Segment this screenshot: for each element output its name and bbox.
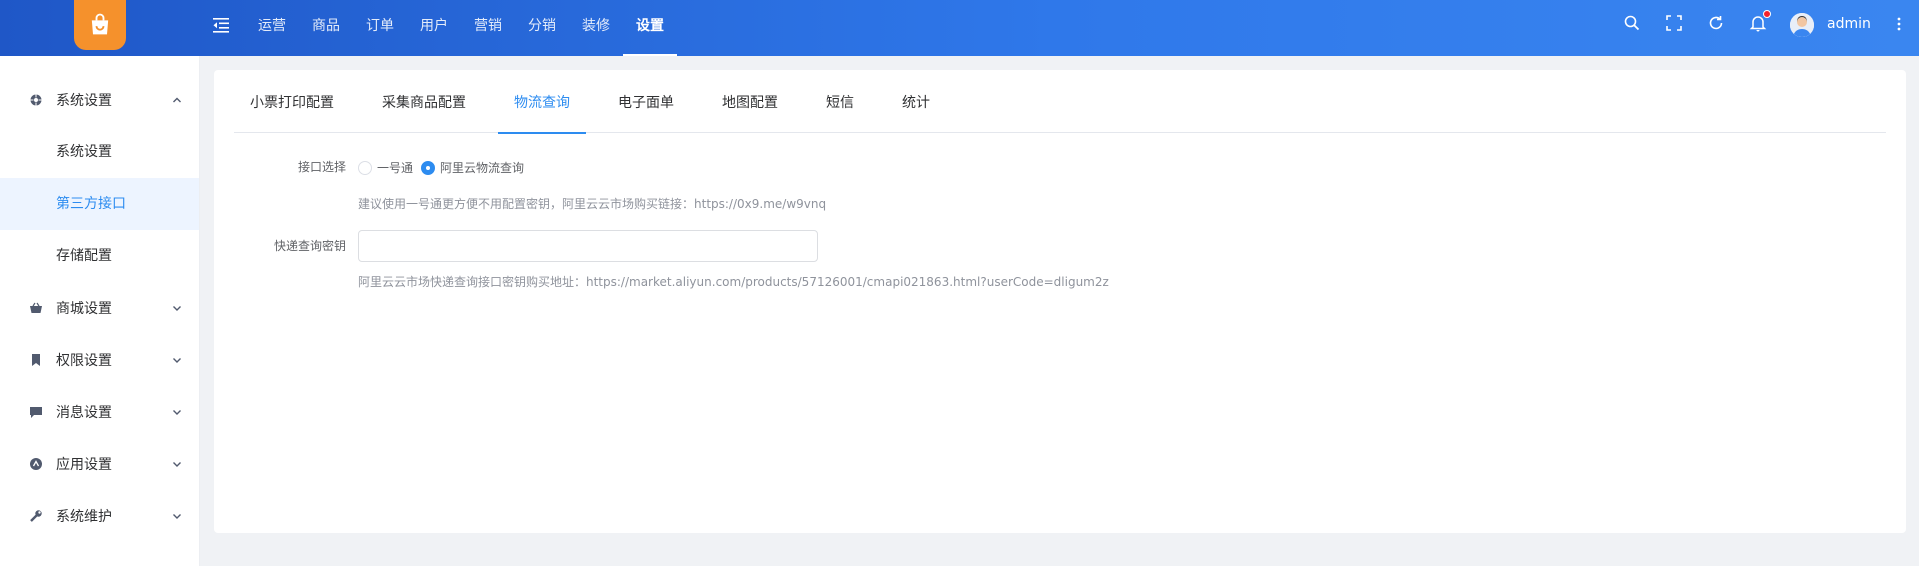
chevron-down-icon xyxy=(173,306,181,311)
fullscreen-icon[interactable] xyxy=(1665,14,1683,32)
refresh-icon[interactable] xyxy=(1707,14,1725,32)
sidebar-item-third-party-api[interactable]: 第三方接口 xyxy=(0,178,199,230)
message-icon xyxy=(30,407,42,418)
nav-item-settings[interactable]: 设置 xyxy=(623,0,677,56)
sidebar-group-label: 系统维护 xyxy=(56,509,112,525)
nav-item-marketing[interactable]: 营销 xyxy=(461,0,515,56)
sidebar-item-storage-config[interactable]: 存储配置 xyxy=(0,230,199,282)
nav-item-operation[interactable]: 运营 xyxy=(245,0,299,56)
sidebar-group-permission-settings[interactable]: 权限设置 xyxy=(0,334,199,386)
chevron-down-icon xyxy=(173,410,181,415)
tab-receipt-print[interactable]: 小票打印配置 xyxy=(234,70,350,133)
sidebar-group-message-settings[interactable]: 消息设置 xyxy=(0,386,199,438)
chevron-up-icon xyxy=(173,97,181,103)
user-avatar-icon xyxy=(1790,13,1814,37)
sidebar-item-system-settings[interactable]: 系统设置 xyxy=(0,126,199,178)
top-header: 运营 商品 订单 用户 营销 分销 装修 设置 admin xyxy=(0,0,1919,56)
notification-badge xyxy=(1763,10,1771,18)
sidebar-group-label: 权限设置 xyxy=(56,353,112,369)
interface-select-label: 接口选择 xyxy=(297,160,346,174)
sidebar: 系统设置 系统设置 第三方接口 存储配置 商城设置 权限设置 消息设置 应用设置… xyxy=(0,56,200,566)
radio-label: 阿里云物流查询 xyxy=(440,161,525,175)
sidebar-group-label: 系统设置 xyxy=(56,93,112,109)
chevron-down-icon xyxy=(173,462,181,467)
sidebar-group-label: 应用设置 xyxy=(56,457,112,473)
radio-aliyun-logistics[interactable]: 阿里云物流查询 xyxy=(421,159,524,176)
search-icon[interactable] xyxy=(1623,14,1641,32)
tab-electronic-waybill[interactable]: 电子面单 xyxy=(602,70,690,133)
radio-circle xyxy=(421,160,435,175)
sidebar-group-system-settings[interactable]: 系统设置 xyxy=(0,74,199,126)
radio-label: 一号通 xyxy=(377,161,414,175)
radio-circle xyxy=(358,160,372,175)
express-key-hint: 阿里云云市场快递查询接口密钥购买地址：https://market.aliyun… xyxy=(358,275,1109,289)
bookmark-icon xyxy=(32,354,40,366)
tab-map-config[interactable]: 地图配置 xyxy=(706,70,794,133)
top-nav: 运营 商品 订单 用户 营销 分销 装修 设置 xyxy=(245,0,677,56)
sidebar-group-shop-settings[interactable]: 商城设置 xyxy=(0,282,199,334)
nav-item-users[interactable]: 用户 xyxy=(407,0,461,56)
chevron-down-icon xyxy=(173,358,181,363)
nav-item-orders[interactable]: 订单 xyxy=(353,0,407,56)
sidebar-group-label: 商城设置 xyxy=(56,301,112,317)
app-icon xyxy=(30,458,42,470)
more-vertical-icon[interactable] xyxy=(1896,15,1902,33)
logo[interactable] xyxy=(74,0,126,50)
radio-yihaotong[interactable]: 一号通 xyxy=(358,159,413,176)
tab-sms[interactable]: 短信 xyxy=(810,70,870,133)
config-tabs: 小票打印配置 采集商品配置 物流查询 电子面单 地图配置 短信 统计 xyxy=(234,70,1886,134)
shop-icon xyxy=(30,302,42,313)
menu-fold-icon[interactable] xyxy=(212,16,230,34)
nav-item-decoration[interactable]: 装修 xyxy=(569,0,623,56)
shopping-bag-icon xyxy=(91,13,109,35)
settings-icon xyxy=(30,94,42,106)
notification-button[interactable] xyxy=(1749,10,1771,32)
tab-collect-goods[interactable]: 采集商品配置 xyxy=(366,70,482,133)
nav-item-distribution[interactable]: 分销 xyxy=(515,0,569,56)
nav-item-goods[interactable]: 商品 xyxy=(299,0,353,56)
username[interactable]: admin xyxy=(1827,16,1871,32)
sidebar-group-system-maintenance[interactable]: 系统维护 xyxy=(0,490,199,542)
content-card: 小票打印配置 采集商品配置 物流查询 电子面单 地图配置 短信 统计 接口选择 … xyxy=(214,70,1906,533)
interface-hint: 建议使用一号通更方便不用配置密钥，阿里云云市场购买链接：https://0x9.… xyxy=(358,197,827,211)
avatar[interactable] xyxy=(1790,13,1814,37)
sidebar-group-app-settings[interactable]: 应用设置 xyxy=(0,438,199,490)
wrench-icon xyxy=(30,510,42,522)
tab-logistics-query[interactable]: 物流查询 xyxy=(498,70,586,134)
chevron-down-icon xyxy=(173,514,181,519)
express-key-input[interactable] xyxy=(358,230,818,262)
tab-statistics[interactable]: 统计 xyxy=(886,70,946,133)
express-key-label: 快递查询密钥 xyxy=(273,239,346,253)
sidebar-group-label: 消息设置 xyxy=(56,405,112,421)
